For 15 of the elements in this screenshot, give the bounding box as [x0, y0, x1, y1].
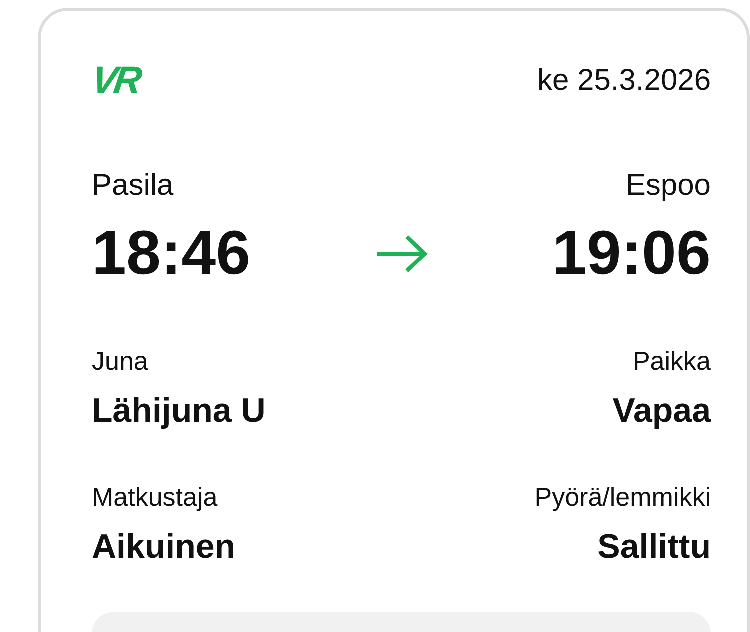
detail-value: Lähijuna U [92, 391, 267, 431]
arrival-time: 19:06 [552, 218, 711, 290]
detail-value: Sallittu [598, 527, 711, 567]
detail-value: Vapaa [612, 391, 711, 431]
arrival-station: Espoo [626, 168, 711, 204]
detail-label: Pyörä/lemmikki [534, 481, 711, 513]
departure-station: Pasila [92, 168, 175, 204]
arrow-icon [374, 234, 428, 274]
detail-label: Juna [92, 345, 150, 377]
detail-value: Aikuinen [92, 527, 237, 567]
logo: VR [90, 65, 142, 97]
departure-time: 18:46 [92, 218, 251, 290]
detail-label: Paikka [632, 345, 711, 377]
detail-label: Matkustaja [92, 481, 219, 513]
travel-date: ke 25.3.2026 [538, 63, 711, 99]
